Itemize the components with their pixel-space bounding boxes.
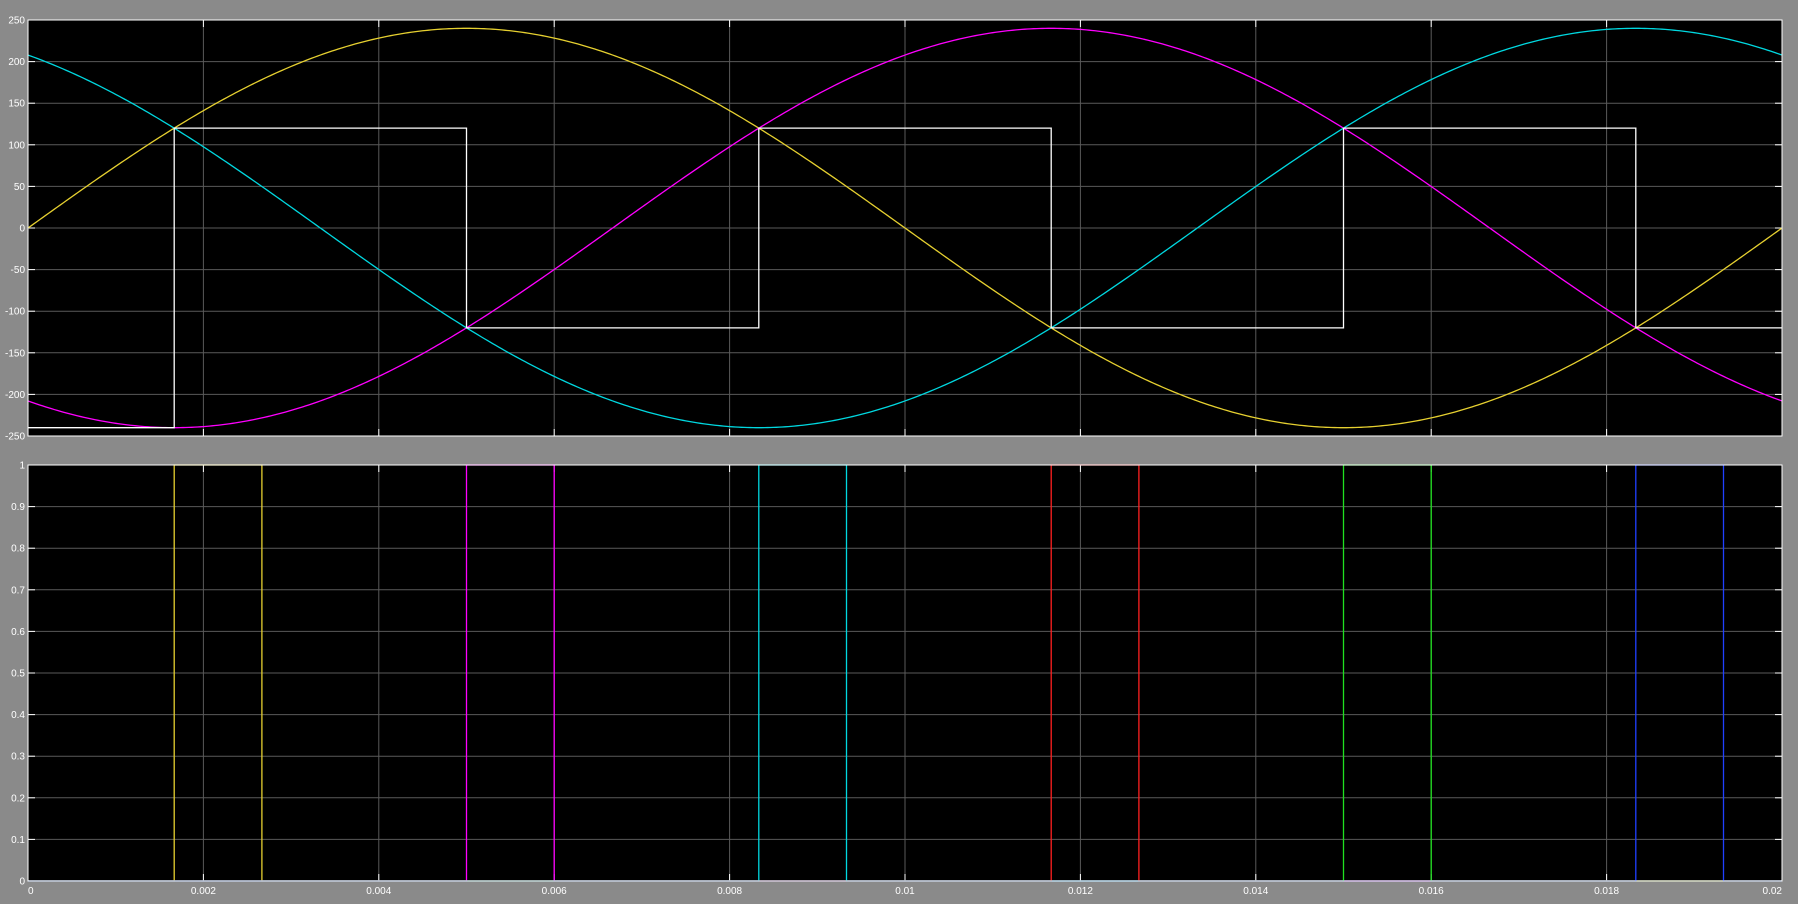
voltage-ytick-label: -250 [5, 432, 25, 443]
pulse-ytick-label: 0.4 [11, 710, 25, 721]
pulse-xtick-label: 0.004 [366, 886, 391, 897]
pulse-xtick-label: 0.02 [1763, 886, 1783, 897]
scope-figure: 250200150100500-50-100-150-200-250 00.10… [0, 0, 1798, 904]
pulse-ytick-label: 0.5 [11, 669, 25, 680]
pulse-ytick-label: 0.1 [11, 835, 25, 846]
voltage-ytick-label: 0 [19, 224, 25, 235]
pulse-xtick-label: 0.008 [717, 886, 742, 897]
pulse-ytick-label: 0.7 [11, 585, 25, 596]
pulse-ytick-label: 0.9 [11, 502, 25, 513]
pulse-ytick-label: 1 [19, 461, 25, 472]
pulse-xtick-label: 0.018 [1594, 886, 1619, 897]
voltage-ytick-label: 100 [8, 140, 25, 151]
voltage-ytick-label: 250 [8, 16, 25, 27]
pulse-axes: 0 0.1 0.2 0.3 0.4 0.5 0.6 0.7 0.8 0.9 1 0 0.002 0.004… [11, 461, 1783, 897]
pulse-ytick-label: 0 [19, 877, 25, 888]
pulse-xtick-label: 0.01 [895, 886, 915, 897]
voltage-ytick-label: 50 [14, 182, 26, 193]
voltage-ytick-label: -150 [5, 348, 25, 359]
voltage-ytick-label: -50 [11, 265, 26, 276]
pulse-xtick-label: 0.006 [542, 886, 567, 897]
pulse-ytick-label: 0.6 [11, 627, 25, 638]
voltage-ytick-label: -100 [5, 307, 25, 318]
pulse-ytick-label: 0.2 [11, 793, 25, 804]
pulse-ytick-label: 0.3 [11, 752, 25, 763]
pulse-xtick-label: 0 [28, 886, 34, 897]
pulse-xtick-label: 0.002 [191, 886, 216, 897]
voltage-ytick-label: 200 [8, 57, 25, 68]
voltage-axes: 250 200 150 100 50 0 -50 -100 -150 -200 -250 [5, 16, 1783, 443]
voltage-ytick-label: -200 [5, 390, 25, 401]
pulse-xtick-label: 0.012 [1068, 886, 1093, 897]
pulse-ytick-label: 0.8 [11, 544, 25, 555]
pulse-xtick-label: 0.016 [1419, 886, 1444, 897]
pulse-xtick-label: 0.014 [1243, 886, 1268, 897]
voltage-ytick-label: 150 [8, 99, 25, 110]
